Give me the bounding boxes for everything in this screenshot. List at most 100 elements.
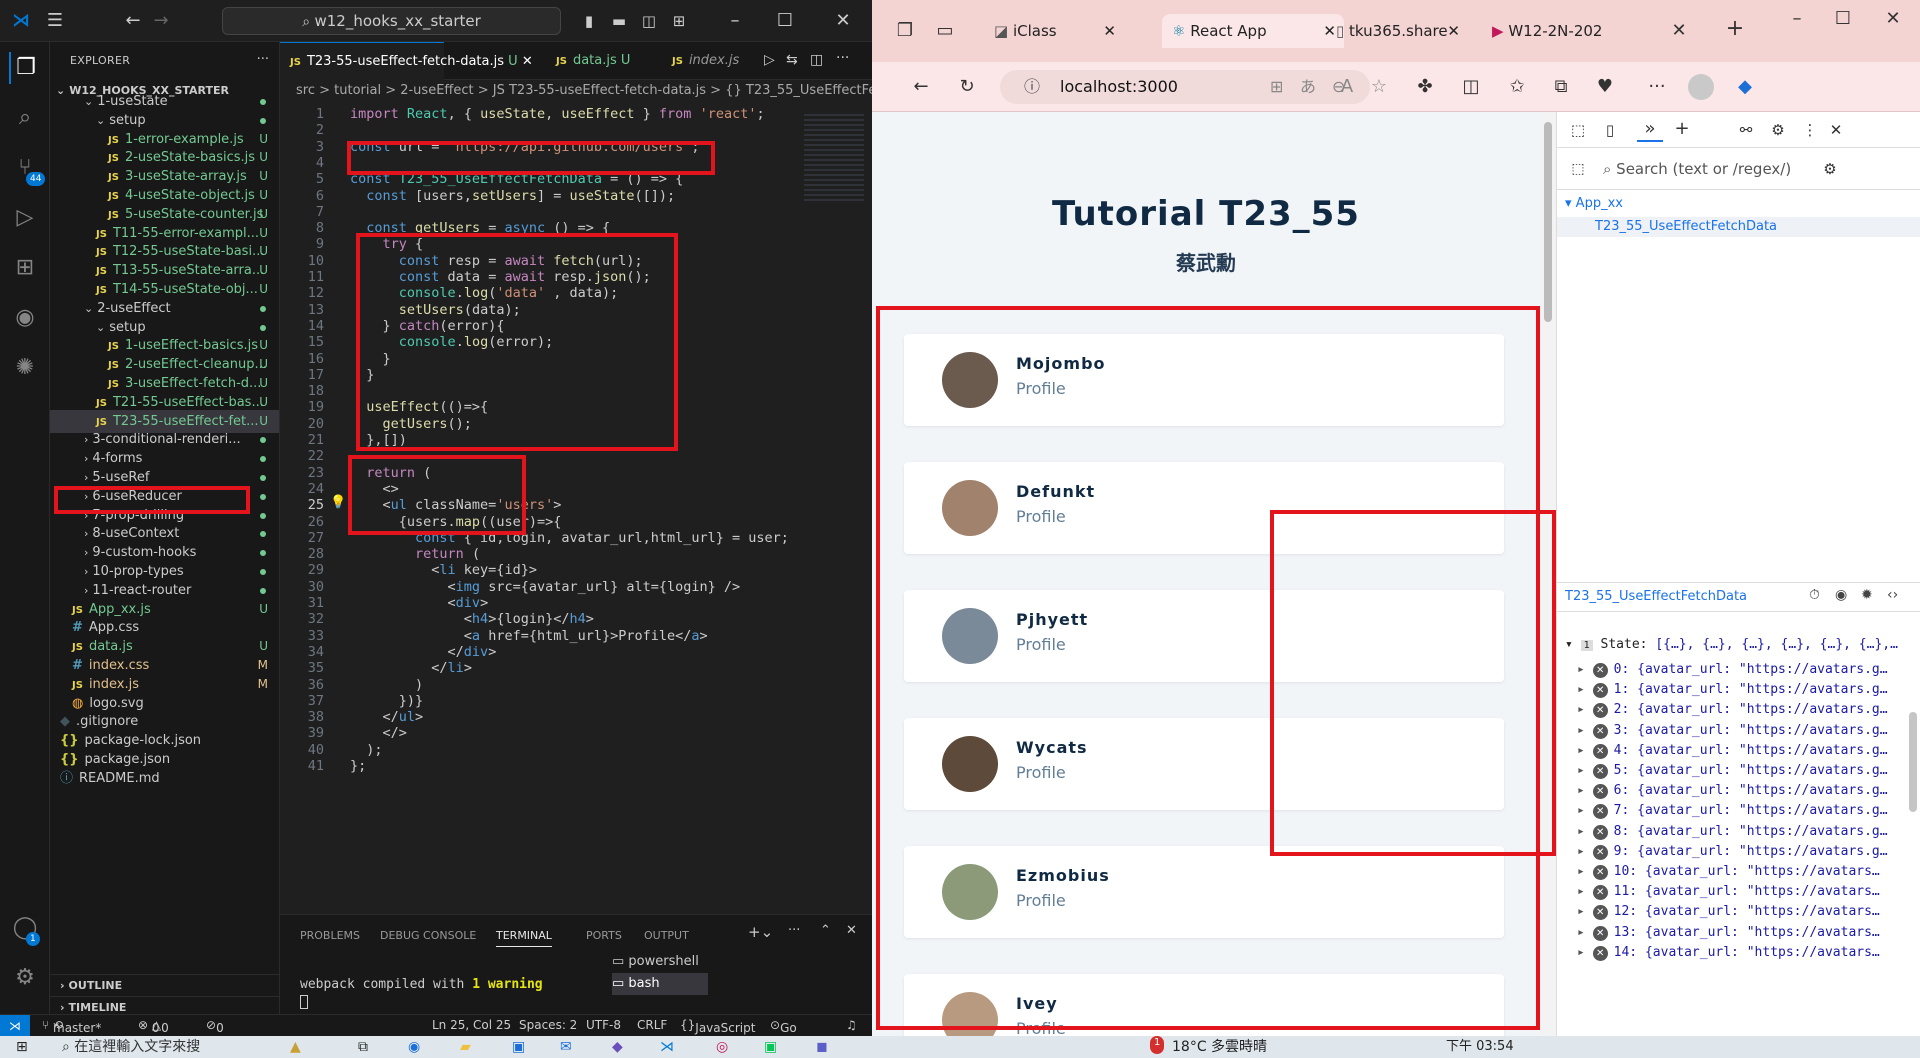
tab-ports[interactable]: PORTS: [586, 929, 622, 942]
ports-status[interactable]: ⊘ 0: [206, 1018, 224, 1035]
chatgpt-icon[interactable]: ✺: [9, 352, 41, 384]
profile-link[interactable]: Profile: [1016, 379, 1066, 398]
task-view-icon[interactable]: ⧉: [358, 1038, 368, 1056]
tree-item[interactable]: ⓘ README.md: [50, 767, 279, 790]
end-of-line[interactable]: CRLF: [637, 1018, 667, 1032]
profile-link[interactable]: Profile: [1016, 1019, 1066, 1036]
workspaces-icon[interactable]: ❐: [892, 18, 918, 44]
page-scrollbar[interactable]: [1540, 112, 1556, 1036]
expand-icon[interactable]: ▸: [1577, 904, 1593, 919]
select-element-icon[interactable]: ⬚: [1565, 156, 1591, 182]
tab-index[interactable]: JS index.js: [662, 42, 754, 80]
new-terminal-icon[interactable]: +⌄: [748, 923, 773, 941]
explorer-icon[interactable]: ❐: [9, 52, 41, 84]
clock[interactable]: 下午 03:54: [1446, 1038, 1514, 1056]
refresh-icon[interactable]: ↻: [954, 74, 980, 100]
favorites-icon[interactable]: ✩: [1504, 74, 1530, 100]
back-icon[interactable]: ←: [908, 74, 934, 100]
apps-icon[interactable]: ⊞: [1270, 70, 1283, 104]
expand-icon[interactable]: ▸: [1577, 803, 1593, 818]
minimap[interactable]: [800, 104, 872, 914]
more-actions-icon[interactable]: ···: [257, 52, 269, 67]
indentation[interactable]: Spaces: 2: [519, 1018, 577, 1032]
file-explorer-icon[interactable]: ▰: [460, 1038, 471, 1056]
tab-debug-console[interactable]: DEBUG CONSOLE: [380, 929, 476, 942]
expand-icon[interactable]: ▸: [1577, 682, 1593, 697]
tab-problems[interactable]: PROBLEMS: [300, 929, 360, 942]
expand-icon[interactable]: ▸: [1577, 824, 1593, 839]
back-icon[interactable]: ←: [120, 8, 146, 34]
minimize-icon[interactable]: –: [722, 8, 748, 34]
devtools-close-icon[interactable]: ✕: [1823, 117, 1849, 143]
log-icon[interactable]: ✹: [1861, 587, 1873, 603]
tab-output[interactable]: OUTPUT: [644, 929, 689, 942]
expand-icon[interactable]: ▸: [1577, 702, 1593, 717]
site-info-icon[interactable]: ⓘ: [1024, 70, 1040, 104]
tab-fetch-data[interactable]: JS T23-55-useEffect-fetch-data.js U ✕: [280, 42, 533, 80]
browser-essentials-icon[interactable]: ♥: [1592, 74, 1618, 100]
close-icon[interactable]: ✕: [1880, 6, 1906, 32]
state-item[interactable]: ▸ ✕ 14: {avatar_url: "https://avatars…: [1557, 940, 1920, 965]
address-bar[interactable]: ⓘ localhost:3000 ⊞ あ ⊖: [1000, 70, 1370, 104]
tab-terminal[interactable]: TERMINAL: [496, 929, 552, 947]
component-tree-child[interactable]: T23_55_UseEffectFetchData: [1557, 217, 1920, 237]
browser-tab-react-app[interactable]: ⚛ React App ✕: [1162, 14, 1344, 48]
devtools-more-icon[interactable]: ⋮: [1797, 117, 1823, 143]
edge-icon[interactable]: ◉: [408, 1038, 420, 1056]
copilot-icon[interactable]: ◆: [1732, 74, 1758, 100]
suspend-icon[interactable]: ⏱: [1809, 587, 1820, 603]
customize-layout-icon[interactable]: ⊞: [666, 8, 692, 34]
weather[interactable]: 18°C 多雲時晴: [1172, 1038, 1267, 1056]
minimize-icon[interactable]: –: [1784, 6, 1810, 32]
panel-more-icon[interactable]: ···: [788, 923, 800, 938]
tab-close-icon[interactable]: ✕: [522, 54, 533, 69]
tab-close-icon[interactable]: ✕: [1103, 14, 1116, 48]
breadcrumb[interactable]: src > tutorial > 2-useEffect > JS T23-55…: [280, 80, 872, 102]
view-source-icon[interactable]: ‹›: [1887, 587, 1898, 603]
more-tools-icon[interactable]: »: [1637, 116, 1663, 142]
close-panel-icon[interactable]: ✕: [846, 923, 857, 938]
tab-close-icon[interactable]: ✕: [1447, 14, 1460, 48]
code-editor[interactable]: 1 import React, { useState, useEffect } f…: [280, 104, 800, 914]
remote-icon[interactable]: ⋊: [0, 1015, 30, 1037]
git-branch[interactable]: ⑂ master* ⟲: [42, 1018, 101, 1035]
settings-gear-icon[interactable]: ⚙: [9, 962, 41, 994]
menu-icon[interactable]: ☰: [42, 8, 68, 34]
search-icon[interactable]: ⌕: [9, 102, 41, 134]
edge-devtools-icon[interactable]: ◉: [9, 302, 41, 334]
maximize-panel-icon[interactable]: ⌃: [820, 923, 831, 938]
read-aloud-icon[interactable]: A: [1334, 74, 1360, 100]
components-settings-icon[interactable]: ⚙: [1817, 156, 1843, 182]
expand-icon[interactable]: ▸: [1577, 844, 1593, 859]
terminal-output[interactable]: webpack compiled with 1 warning: [300, 977, 543, 992]
profile-link[interactable]: Profile: [1016, 507, 1066, 526]
run-icon[interactable]: ▷: [764, 52, 775, 68]
split-editor-icon[interactable]: ◫: [810, 52, 823, 68]
expand-icon[interactable]: ▸: [1577, 884, 1593, 899]
instagram-icon[interactable]: ◎: [716, 1038, 728, 1056]
devtools-scrollbar[interactable]: [1909, 712, 1917, 812]
profile-link[interactable]: Profile: [1016, 763, 1066, 782]
store-icon[interactable]: ▣: [512, 1038, 525, 1056]
devtools-settings-icon[interactable]: ⚙: [1765, 117, 1791, 143]
split-screen-icon[interactable]: ◫: [1458, 74, 1484, 100]
tab-close-icon[interactable]: ✕: [1666, 18, 1692, 44]
go-live[interactable]: ⊙ Go Live: [770, 1018, 805, 1049]
expand-icon[interactable]: ▸: [1577, 945, 1593, 960]
teams-icon[interactable]: ◼: [816, 1038, 828, 1056]
maximize-icon[interactable]: ☐: [1830, 6, 1856, 32]
expand-icon[interactable]: ▸: [1577, 743, 1593, 758]
profile-link[interactable]: Profile: [1016, 891, 1066, 910]
encoding[interactable]: UTF-8: [586, 1018, 621, 1032]
outline-section[interactable]: › OUTLINE: [50, 974, 279, 996]
inspect-dom-icon[interactable]: ◉: [1835, 587, 1847, 603]
tab-close-icon[interactable]: ✕: [1323, 14, 1336, 48]
vscode-taskbar-icon[interactable]: ⋊: [660, 1038, 674, 1056]
settings-more-icon[interactable]: ···: [1644, 74, 1670, 100]
browser-tab-w12[interactable]: ▶ W12-2N-202: [1492, 14, 1672, 48]
expand-icon[interactable]: ▸: [1577, 783, 1593, 798]
expand-icon[interactable]: ▸: [1577, 925, 1593, 940]
tab-actions-icon[interactable]: ▭: [932, 18, 958, 44]
maximize-icon[interactable]: ☐: [772, 8, 798, 34]
browser-tab-tku365[interactable]: ▯ tku365.share ✕: [1336, 14, 1468, 48]
